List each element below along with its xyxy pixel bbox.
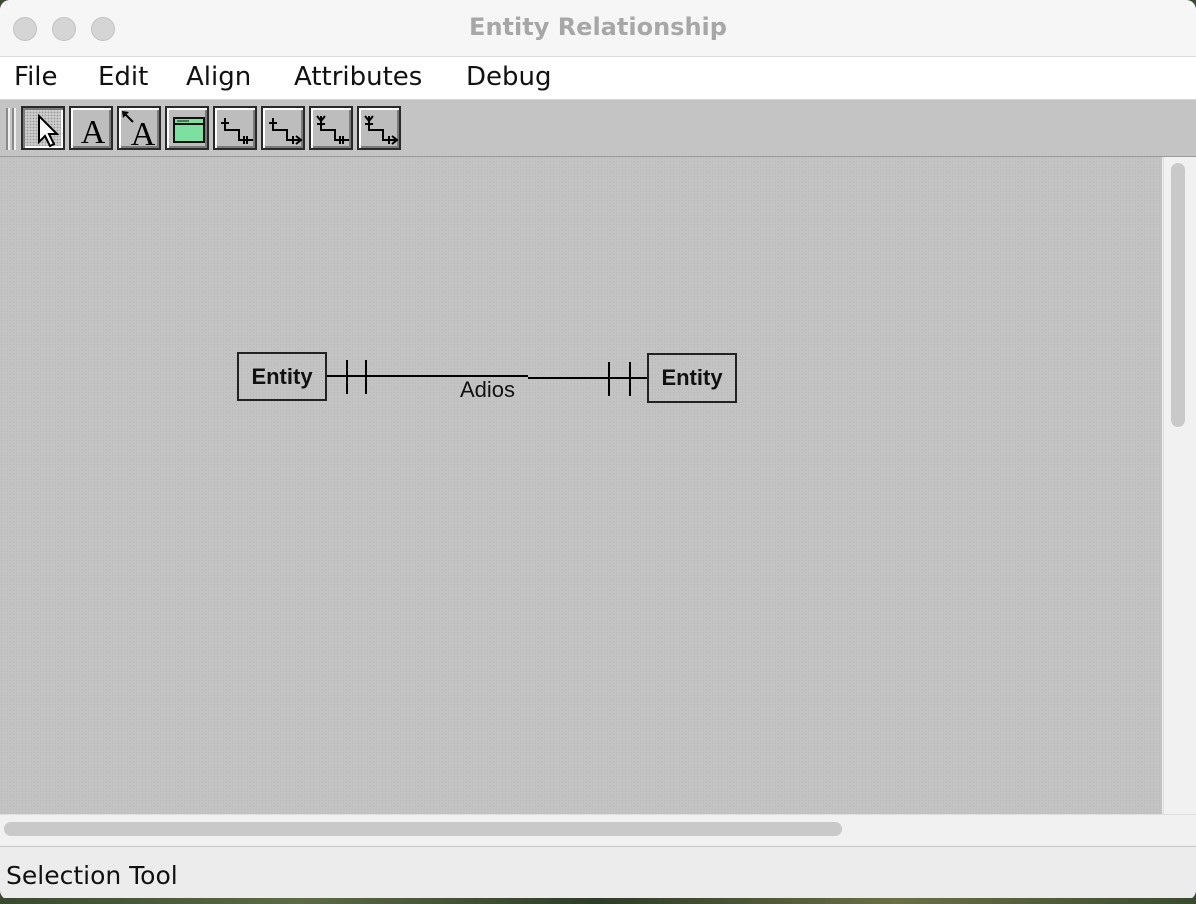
horizontal-scroll-thumb[interactable] (4, 822, 842, 836)
green-box-icon (173, 117, 205, 143)
relationship-label[interactable]: Adios (460, 377, 515, 403)
relationship-tool-1-button[interactable] (213, 106, 257, 150)
menu-attributes[interactable]: Attributes (294, 62, 422, 92)
desktop-background (0, 898, 1196, 904)
relationship-connector[interactable] (0, 157, 1162, 814)
letter-a-with-arrow-icon: A (122, 111, 156, 152)
toolbar: A A (0, 100, 1196, 157)
connected-text-tool-button[interactable]: A (117, 106, 161, 152)
relationship-tool-3-button[interactable] (309, 106, 353, 150)
vertical-scroll-thumb[interactable] (1171, 163, 1185, 427)
menu-align[interactable]: Align (186, 62, 251, 92)
selection-tool-button[interactable] (21, 106, 65, 150)
entity-box-left[interactable]: Entity (237, 352, 327, 401)
window-title: Entity Relationship (469, 13, 727, 41)
arrow-pointer-icon (38, 113, 60, 148)
toolbar-grip-inner[interactable] (12, 108, 16, 150)
text-tool-button[interactable]: A (69, 106, 113, 151)
menu-file[interactable]: File (14, 62, 58, 92)
status-text: Selection Tool (6, 861, 178, 890)
diagram-canvas[interactable]: Entity Entity Adios (0, 157, 1162, 814)
relation-one-many-icon (269, 118, 303, 145)
vertical-scrollbar[interactable] (1163, 157, 1196, 814)
status-bar: Selection Tool (0, 846, 1196, 900)
relation-many-many-icon (364, 115, 399, 145)
svg-text:A: A (81, 114, 106, 151)
menu-bar: File Edit Align Attributes Debug (0, 57, 1196, 100)
toolbar-grip[interactable] (6, 108, 10, 150)
menu-debug[interactable]: Debug (466, 62, 552, 92)
svg-text:A: A (131, 116, 156, 152)
relation-one-one-icon (221, 118, 253, 144)
relation-many-one-icon (316, 115, 349, 144)
relationship-tool-4-button[interactable] (357, 106, 401, 150)
letter-a-icon: A (81, 114, 106, 151)
title-bar[interactable]: Entity Relationship (0, 0, 1196, 57)
entity-tool-button[interactable] (165, 106, 209, 150)
horizontal-scrollbar[interactable] (0, 814, 1196, 845)
relationship-tool-2-button[interactable] (261, 106, 305, 150)
menu-edit[interactable]: Edit (98, 62, 148, 92)
entity-box-right[interactable]: Entity (647, 353, 737, 403)
app-window: Entity Relationship File Edit Align Attr… (0, 0, 1196, 900)
